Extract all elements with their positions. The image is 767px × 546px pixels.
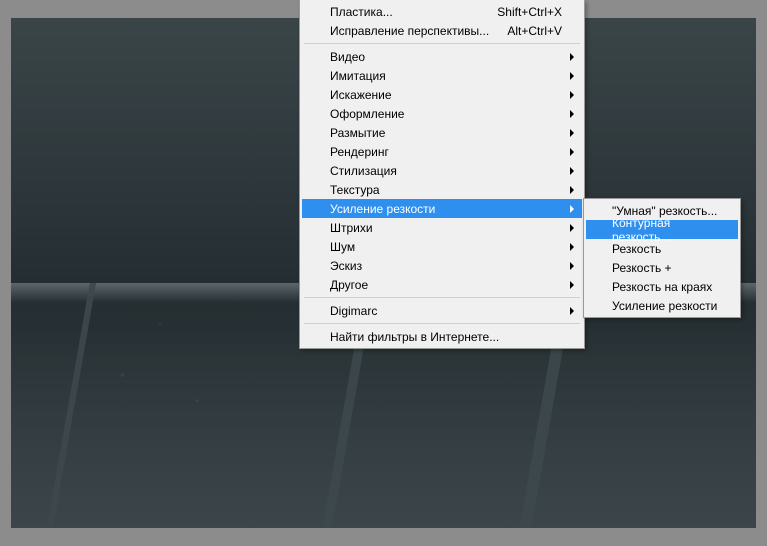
submenu-arrow-icon: [570, 307, 574, 315]
submenu-arrow-icon: [570, 148, 574, 156]
submenu-arrow-icon: [570, 262, 574, 270]
menu-item-texture[interactable]: Текстура: [302, 180, 582, 199]
menu-item-label: Другое: [330, 278, 562, 292]
menu-item-sharpen[interactable]: Усиление резкости: [302, 199, 582, 218]
menu-item-label: Шум: [330, 240, 562, 254]
menu-item-label: Резкость на краях: [612, 280, 726, 294]
menu-item-label: Штрихи: [330, 221, 562, 235]
menu-item-digimarc[interactable]: Digimarc: [302, 301, 582, 320]
menu-item-label: Искажение: [330, 88, 562, 102]
menu-item-label: Digimarc: [330, 304, 562, 318]
menu-item-label: Усиление резкости: [612, 299, 726, 313]
filter-menu: Пластика... Shift+Ctrl+X Исправление пер…: [299, 0, 585, 349]
submenu-arrow-icon: [570, 129, 574, 137]
menu-separator: [304, 43, 580, 44]
menu-item-brush-strokes[interactable]: Штрихи: [302, 218, 582, 237]
submenu-item-sharpen[interactable]: Резкость: [586, 239, 738, 258]
submenu-arrow-icon: [570, 72, 574, 80]
sharpen-submenu: "Умная" резкость... Контурная резкость..…: [583, 198, 741, 318]
menu-item-label: Резкость +: [612, 261, 726, 275]
menu-item-other[interactable]: Другое: [302, 275, 582, 294]
menu-item-label: Резкость: [612, 242, 726, 256]
menu-item-noise[interactable]: Шум: [302, 237, 582, 256]
menu-item-label: Имитация: [330, 69, 562, 83]
submenu-arrow-icon: [570, 281, 574, 289]
menu-separator: [304, 297, 580, 298]
menu-item-render[interactable]: Рендеринг: [302, 142, 582, 161]
menu-item-label: Рендеринг: [330, 145, 562, 159]
menu-item-video[interactable]: Видео: [302, 47, 582, 66]
menu-item-pixelate[interactable]: Оформление: [302, 104, 582, 123]
menu-item-sketch[interactable]: Эскиз: [302, 256, 582, 275]
menu-item-label: Исправление перспективы...: [330, 24, 507, 38]
menu-item-shortcut: Shift+Ctrl+X: [497, 5, 562, 19]
submenu-item-sharpen-edges[interactable]: Резкость на краях: [586, 277, 738, 296]
menu-item-label: Усиление резкости: [330, 202, 562, 216]
menu-item-label: Текстура: [330, 183, 562, 197]
menu-item-vanishing-point[interactable]: Исправление перспективы... Alt+Ctrl+V: [302, 21, 582, 40]
menu-item-label: Видео: [330, 50, 562, 64]
menu-item-label: Пластика...: [330, 5, 497, 19]
menu-item-blur[interactable]: Размытие: [302, 123, 582, 142]
submenu-arrow-icon: [570, 110, 574, 118]
menu-item-label: Размытие: [330, 126, 562, 140]
menu-item-shortcut: Alt+Ctrl+V: [507, 24, 562, 38]
submenu-arrow-icon: [570, 224, 574, 232]
menu-item-distort[interactable]: Искажение: [302, 85, 582, 104]
menu-item-label: Оформление: [330, 107, 562, 121]
submenu-arrow-icon: [570, 167, 574, 175]
submenu-item-sharpen-enhance[interactable]: Усиление резкости: [586, 296, 738, 315]
submenu-arrow-icon: [570, 205, 574, 213]
submenu-item-unsharp-mask[interactable]: Контурная резкость...: [586, 220, 738, 239]
menu-item-liquify[interactable]: Пластика... Shift+Ctrl+X: [302, 2, 582, 21]
menu-item-label: Эскиз: [330, 259, 562, 273]
submenu-arrow-icon: [570, 53, 574, 61]
menu-item-label: Найти фильтры в Интернете...: [330, 330, 562, 344]
menu-item-browse-filters-online[interactable]: Найти фильтры в Интернете...: [302, 327, 582, 346]
submenu-arrow-icon: [570, 186, 574, 194]
menu-item-artistic[interactable]: Имитация: [302, 66, 582, 85]
menu-separator: [304, 323, 580, 324]
submenu-arrow-icon: [570, 243, 574, 251]
submenu-item-sharpen-more[interactable]: Резкость +: [586, 258, 738, 277]
menu-item-label: Стилизация: [330, 164, 562, 178]
submenu-arrow-icon: [570, 91, 574, 99]
menu-item-stylize[interactable]: Стилизация: [302, 161, 582, 180]
